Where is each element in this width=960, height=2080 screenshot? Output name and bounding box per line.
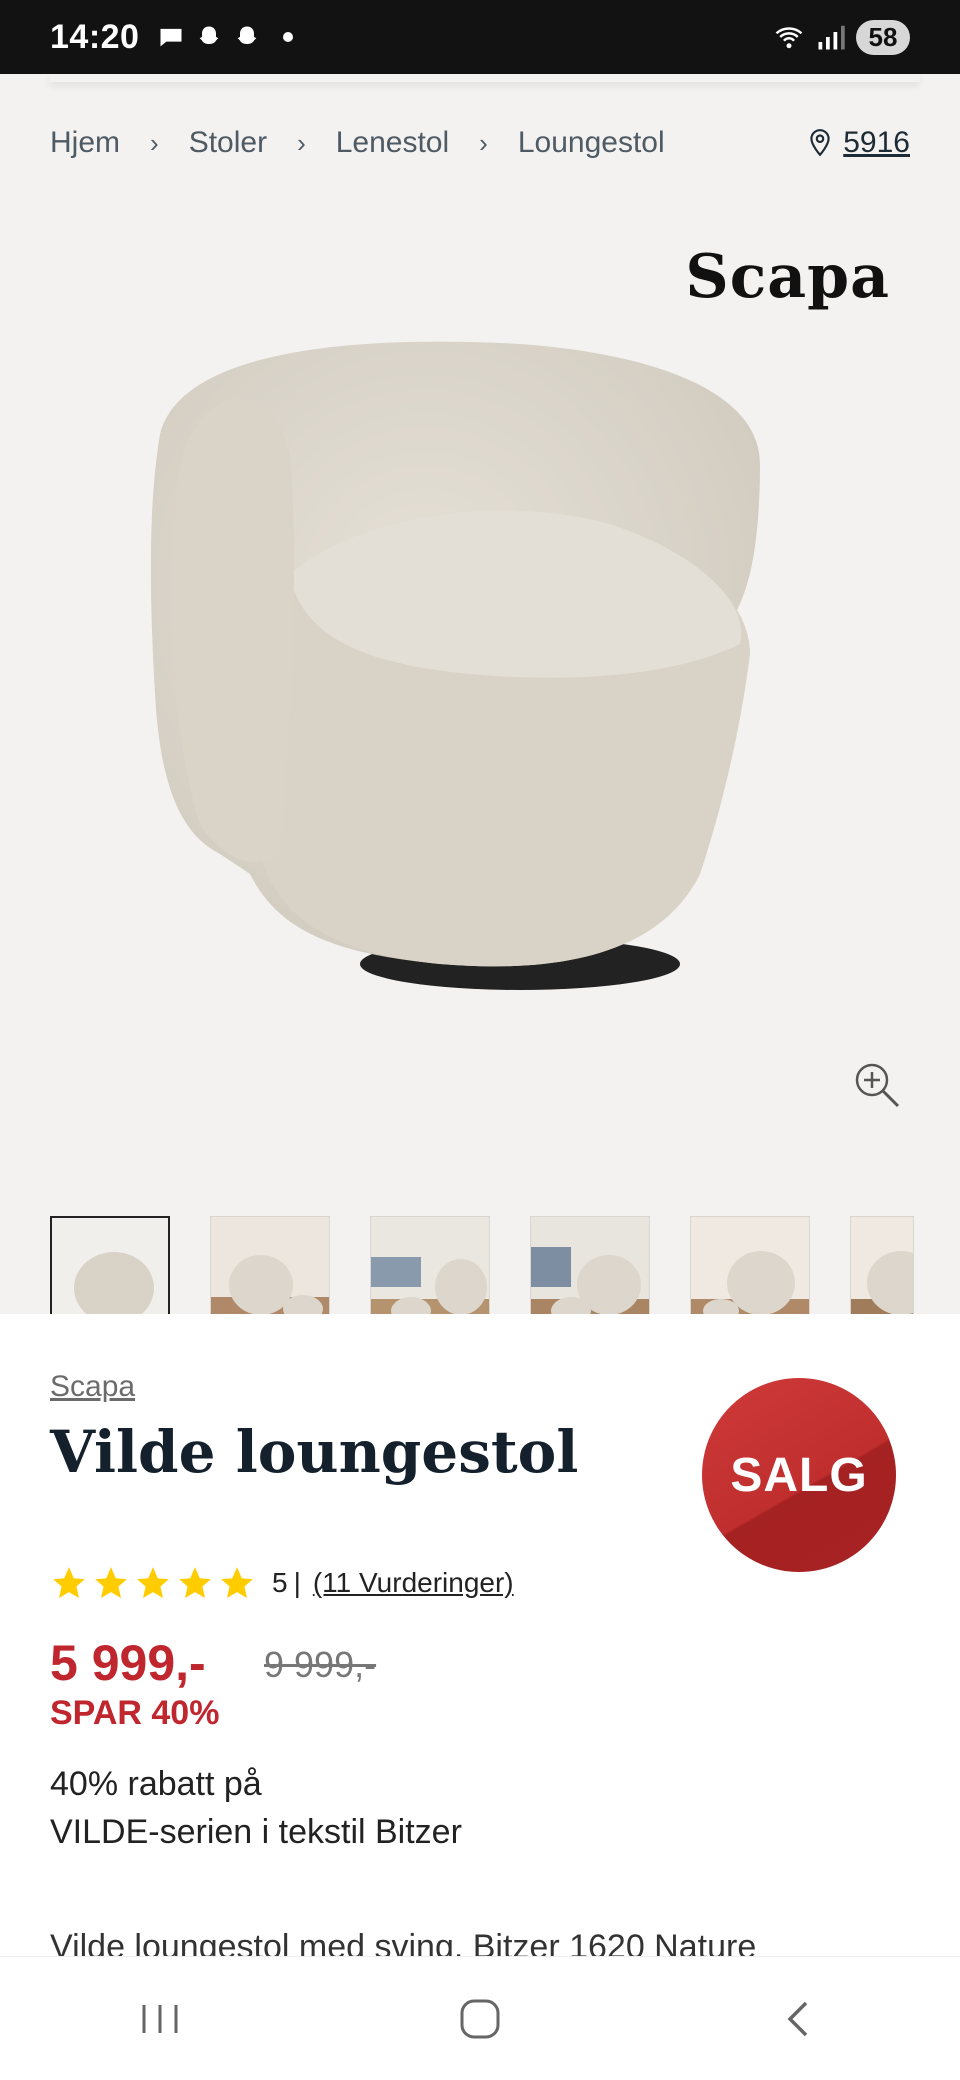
chevron-right-icon: › [479, 127, 488, 158]
home-button[interactable] [435, 1989, 525, 2049]
header-shadow [50, 74, 920, 82]
signal-icon [818, 25, 845, 50]
rating-value: 5 [272, 1567, 288, 1598]
store-selector[interactable]: 5916 [807, 126, 910, 160]
rating-separator: | [293, 1567, 301, 1598]
reviews-link[interactable]: (11 Vurderinger) [313, 1567, 514, 1599]
snapchat-icon-2 [238, 26, 257, 44]
back-button[interactable] [755, 1989, 845, 2049]
product-title: Vilde loungestol [50, 1418, 579, 1486]
breadcrumb: Hjem › Stoler › Lenestol › Loungestol [50, 126, 665, 160]
snapchat-icon [200, 26, 219, 44]
promo-line-2: VILDE-serien i tekstil Bitzer [50, 1813, 462, 1851]
status-time: 14:20 [50, 17, 140, 56]
discount-label: SPAR 40% [50, 1694, 220, 1732]
star-icon [137, 1567, 169, 1599]
breadcrumb-item-loungestol[interactable]: Loungestol [518, 126, 665, 160]
status-bar: 14:20 58 [0, 0, 960, 74]
promo-line-1: 40% rabatt på [50, 1765, 262, 1803]
back-icon [787, 2001, 808, 2036]
rating-stars [50, 1564, 256, 1602]
wifi-icon [775, 27, 803, 49]
breadcrumb-item-lenestol[interactable]: Lenestol [336, 126, 449, 160]
star-icon [53, 1567, 85, 1599]
chevron-right-icon: › [297, 127, 306, 158]
chevron-right-icon: › [150, 127, 159, 158]
product-image[interactable] [140, 314, 820, 1094]
location-pin-icon [810, 129, 830, 157]
breadcrumb-item-stoler[interactable]: Stoler [189, 126, 267, 160]
product-gallery: Hjem › Stoler › Lenestol › Loungestol 59… [0, 74, 960, 1334]
system-nav-bar [0, 1956, 960, 2080]
old-price: 9 999,- [264, 1644, 377, 1685]
store-code[interactable]: 5916 [843, 126, 910, 160]
star-icon [95, 1567, 127, 1599]
product-details: Scapa Vilde loungestol SALG 5 | (11 Vurd… [0, 1314, 960, 1966]
recent-apps-button[interactable] [115, 1989, 205, 2049]
brand-logo: Scapa [685, 242, 890, 312]
zoom-in-icon[interactable] [852, 1060, 902, 1110]
brand-link[interactable]: Scapa [50, 1370, 135, 1404]
current-price: 5 999,- [50, 1635, 206, 1691]
star-icon [221, 1567, 253, 1599]
breadcrumb-item-hjem[interactable]: Hjem [50, 126, 120, 160]
promo-text: 40% rabatt på VILDE-serien i tekstil Bit… [50, 1760, 462, 1856]
sale-badge: SALG [702, 1378, 896, 1572]
star-icon [179, 1567, 211, 1599]
chat-icon [160, 28, 182, 47]
notification-dot [283, 32, 294, 42]
recent-apps-icon [142, 2004, 178, 2033]
rating: 5 | (11 Vurderinger) [50, 1564, 514, 1602]
home-icon [460, 1999, 500, 2038]
battery-indicator: 58 [856, 19, 910, 55]
